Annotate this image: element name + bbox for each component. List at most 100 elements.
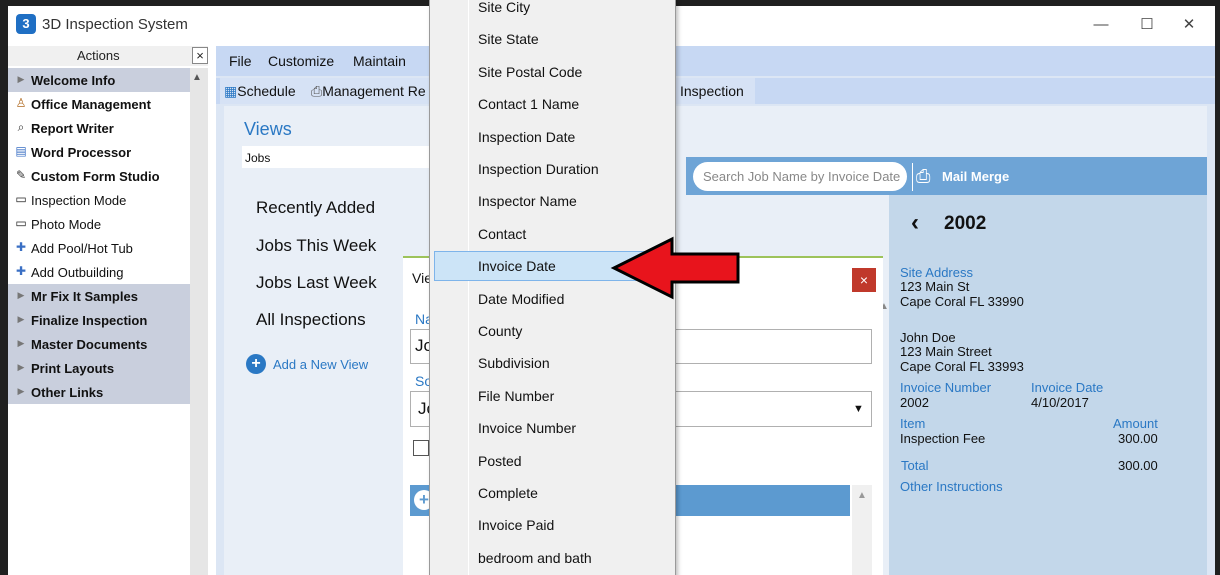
client-address-line2: Cape Coral FL 33993 <box>900 359 1024 374</box>
dropdown-option[interactable]: County <box>434 316 672 346</box>
action-item[interactable]: ▭ Photo Mode <box>8 212 190 236</box>
maximize-button[interactable]: ☐ <box>1124 12 1170 38</box>
action-item-label: Word Processor <box>31 145 132 160</box>
dropdown-option[interactable]: Posted <box>434 446 672 476</box>
dropdown-option[interactable]: bedroom and bath <box>434 543 672 573</box>
triangle-right-icon: ▶ <box>17 74 25 84</box>
chevron-down-icon[interactable]: ▼ <box>853 403 864 415</box>
line-item-name: Inspection Fee <box>900 431 986 446</box>
total-amount: 300.00 <box>1118 458 1158 473</box>
back-chevron-icon[interactable]: ‹ <box>911 209 919 237</box>
calendar-icon: ▦ <box>224 83 238 99</box>
triangle-right-icon: ▶ <box>17 338 25 348</box>
site-address-line1: 123 Main St <box>900 279 970 294</box>
other-instructions-link[interactable]: Other Instructions <box>900 479 1003 494</box>
view-item[interactable]: Jobs Last Week <box>256 273 377 293</box>
actions-close-button[interactable]: × <box>192 47 208 64</box>
printer-icon[interactable]: ⎙ <box>916 166 936 186</box>
dropdown-option[interactable]: Inspection Duration <box>434 154 672 184</box>
action-item[interactable]: ♙ Office Management <box>8 92 190 116</box>
action-item[interactable]: ▶ Welcome Info <box>8 68 190 92</box>
dialog-scroll-up-icon[interactable]: ▲ <box>857 490 867 501</box>
dropdown-option[interactable]: Invoice Paid <box>434 510 672 540</box>
dropdown-option-label: Contact <box>478 225 527 242</box>
invoice-panel: ‹ 2002 Site Address 123 Main St Cape Cor… <box>889 195 1207 575</box>
view-item[interactable]: Jobs This Week <box>256 236 376 256</box>
action-item[interactable]: ▤ Word Processor <box>8 140 190 164</box>
menu-bar: File Customize Maintain <box>216 46 1215 76</box>
action-item-label: Welcome Info <box>31 73 116 88</box>
dropdown-option-label: Invoice Number <box>478 420 577 437</box>
dropdown-option[interactable]: Complete <box>434 478 672 508</box>
dropdown-option[interactable]: Site City <box>434 0 672 22</box>
menu-file[interactable]: File <box>229 53 252 69</box>
action-item[interactable]: ▶ Other Links <box>8 380 190 404</box>
dropdown-option-label: Contact 1 Name <box>478 96 580 113</box>
dropdown-option-label: Inspection Duration <box>478 161 599 177</box>
window-title: 3D Inspection System <box>42 16 188 33</box>
red-pointer-arrow-icon <box>610 236 740 300</box>
dropdown-option-label: Site State <box>478 31 539 48</box>
views-category-input[interactable]: Jobs <box>242 146 432 168</box>
action-item-label: Print Layouts <box>31 361 115 376</box>
dropdown-option[interactable]: File Number <box>434 381 672 411</box>
dropdown-option[interactable]: Contact 1 Name <box>434 89 672 119</box>
item-column-header: Item <box>900 416 926 431</box>
minimize-button[interactable]: — <box>1078 12 1124 38</box>
dialog-close-button[interactable]: × <box>852 268 876 292</box>
action-item[interactable]: ✎ Custom Form Studio <box>8 164 190 188</box>
close-window-button[interactable]: ✕ <box>1166 12 1212 38</box>
dropdown-option[interactable]: Invoice Number <box>434 413 672 443</box>
dropdown-option[interactable]: Site Postal Code <box>434 57 672 87</box>
action-item[interactable]: ▶ Master Documents <box>8 332 190 356</box>
line-item-amount: 300.00 <box>1118 431 1158 446</box>
plus-circle-icon: + <box>246 354 266 374</box>
action-item[interactable]: ▶ Mr Fix It Samples <box>8 284 190 308</box>
amount-column-header: Amount <box>1113 416 1158 431</box>
inspection-button[interactable]: Inspection <box>676 78 755 104</box>
invoice-date-value: 4/10/2017 <box>1031 395 1089 410</box>
client-name: John Doe <box>900 330 956 345</box>
dropdown-option[interactable]: Inspector Name <box>434 186 672 216</box>
dropdown-option-label: Invoice Date <box>478 258 556 275</box>
scroll-up-icon[interactable]: ▲ <box>192 72 202 83</box>
invoice-number-heading: 2002 <box>944 213 987 234</box>
views-title: Views <box>244 119 292 139</box>
sort-checkbox[interactable] <box>413 440 429 456</box>
action-item-label: Add Pool/Hot Tub <box>31 241 133 256</box>
actions-scrollbar[interactable] <box>190 68 208 575</box>
dropdown-option[interactable]: Subdivision <box>434 348 672 378</box>
action-item[interactable]: ⌕ Report Writer <box>8 116 190 140</box>
app-logo-icon: 3 <box>16 14 36 34</box>
action-item-label: Inspection Mode <box>31 193 127 208</box>
view-item[interactable]: All Inspections <box>256 310 366 330</box>
dropdown-option-label: File Number <box>478 387 555 404</box>
dropdown-option[interactable]: Inspection Date <box>434 122 672 152</box>
view-item[interactable]: Recently Added <box>256 198 375 218</box>
monitor-icon: ▭ <box>15 216 27 230</box>
toolbar: ▦Schedule ⎙Management Re Inspection <box>216 78 1215 104</box>
dropdown-option[interactable]: Site State <box>434 24 672 54</box>
menu-maintain[interactable]: Maintain <box>353 53 406 69</box>
action-item-label: Add Outbuilding <box>31 265 124 280</box>
management-reports-button[interactable]: ⎙Management Re <box>307 78 437 104</box>
triangle-right-icon: ▶ <box>17 290 25 300</box>
search-input[interactable]: Search Job Name by Invoice Date <box>693 162 907 191</box>
magnifier-icon: ⌕ <box>17 120 25 134</box>
action-item-label: Finalize Inspection <box>31 313 148 328</box>
schedule-button[interactable]: ▦Schedule <box>220 78 307 104</box>
action-item[interactable]: ▶ Finalize Inspection <box>8 308 190 332</box>
mail-merge-button[interactable]: Mail Merge <box>942 169 1009 184</box>
toolbar-divider <box>912 163 913 191</box>
management-label: Management Re <box>322 83 426 99</box>
invoice-date-label: Invoice Date <box>1031 380 1104 395</box>
action-item[interactable]: ✚ Add Pool/Hot Tub <box>8 236 190 260</box>
schedule-label: Schedule <box>237 83 296 99</box>
action-item[interactable]: ✚ Add Outbuilding <box>8 260 190 284</box>
action-item[interactable]: ▭ Inspection Mode <box>8 188 190 212</box>
menu-customize[interactable]: Customize <box>268 53 334 69</box>
invoice-number-label: Invoice Number <box>900 380 992 395</box>
action-item[interactable]: ▶ Print Layouts <box>8 356 190 380</box>
add-view-label: Add a New View <box>273 357 369 372</box>
inspection-label: Inspection <box>680 83 744 99</box>
